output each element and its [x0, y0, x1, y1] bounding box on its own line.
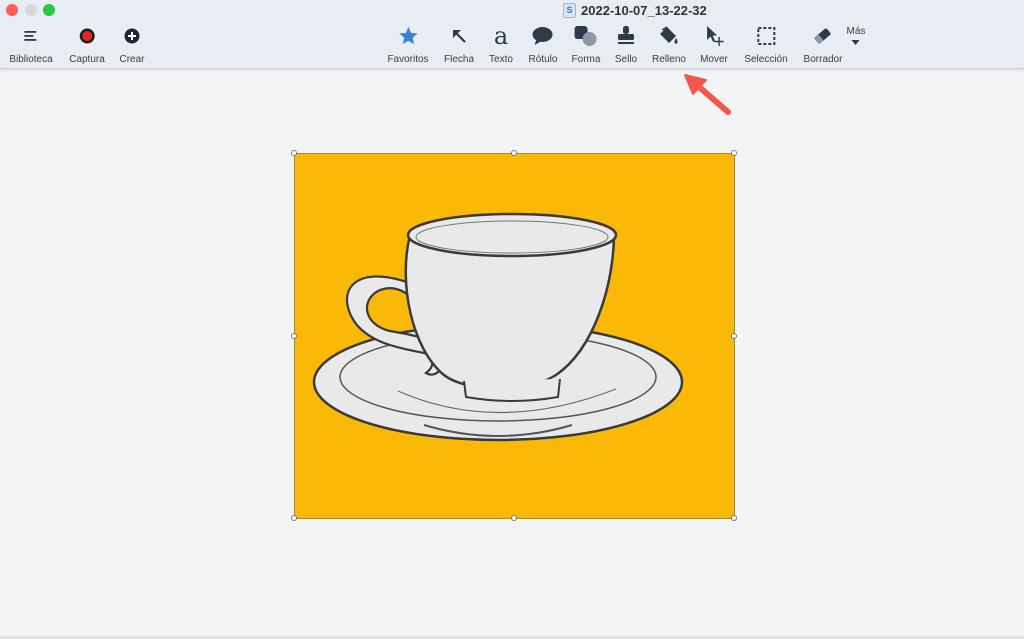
- arrow-icon: [446, 24, 472, 48]
- selection-icon: [753, 24, 779, 48]
- borrador-tool[interactable]: Borrador: [803, 24, 843, 65]
- minimize-window-button[interactable]: [25, 4, 37, 16]
- favoritos-label: Favoritos: [387, 54, 429, 65]
- chevron-down-icon: [852, 40, 860, 45]
- annotation-arrow[interactable]: [676, 70, 736, 118]
- mover-label: Mover: [700, 54, 728, 65]
- shapes-icon: [573, 24, 599, 48]
- resize-handle-bottom[interactable]: [511, 515, 517, 521]
- close-window-button[interactable]: [6, 4, 18, 16]
- seleccion-tool[interactable]: Selección: [744, 24, 788, 65]
- biblioteca-button[interactable]: Biblioteca: [9, 24, 53, 65]
- sello-tool[interactable]: Sello: [613, 24, 639, 65]
- borrador-label: Borrador: [803, 54, 843, 65]
- move-cursor-icon: [701, 24, 727, 48]
- window-title-text: 2022-10-07_13-22-32: [581, 2, 707, 18]
- texto-tool[interactable]: a Texto: [488, 24, 514, 65]
- star-icon: [395, 24, 421, 48]
- relleno-label: Relleno: [652, 54, 686, 65]
- mas-button[interactable]: Más: [846, 26, 866, 46]
- captura-label: Captura: [69, 54, 105, 65]
- resize-handle-top-left[interactable]: [291, 150, 297, 156]
- crear-button[interactable]: Crear: [119, 24, 145, 65]
- mas-label: Más: [846, 26, 866, 37]
- window-title: S 2022-10-07_13-22-32: [563, 1, 707, 19]
- relleno-tool[interactable]: Relleno: [652, 24, 686, 65]
- resize-handle-bottom-right[interactable]: [731, 515, 737, 521]
- resize-handle-top[interactable]: [511, 150, 517, 156]
- document-icon: S: [563, 2, 576, 18]
- resize-handle-left[interactable]: [291, 333, 297, 339]
- toolbar: S 2022-10-07_13-22-32 Biblioteca Captura…: [0, 0, 1024, 69]
- fill-bucket-icon: [656, 24, 682, 48]
- record-icon: [74, 24, 100, 48]
- stamp-icon: [613, 24, 639, 48]
- eraser-icon: [810, 24, 836, 48]
- resize-handle-right[interactable]: [731, 333, 737, 339]
- canvas-image[interactable]: [291, 150, 737, 521]
- maximize-window-button[interactable]: [43, 4, 55, 16]
- text-icon-glyph: a: [493, 22, 509, 50]
- rotulo-tool[interactable]: Rótulo: [528, 24, 558, 65]
- plus-circle-icon: [119, 24, 145, 48]
- resize-handle-bottom-left[interactable]: [291, 515, 297, 521]
- forma-tool[interactable]: Forma: [571, 24, 601, 65]
- seleccion-label: Selección: [744, 54, 788, 65]
- favoritos-tool[interactable]: Favoritos: [387, 24, 429, 65]
- sello-label: Sello: [614, 54, 638, 65]
- list-icon: [18, 24, 44, 48]
- text-icon: a: [488, 24, 514, 48]
- teacup-image: [312, 212, 684, 442]
- biblioteca-label: Biblioteca: [9, 54, 53, 65]
- rotulo-label: Rótulo: [528, 54, 558, 65]
- captura-button[interactable]: Captura: [69, 24, 105, 65]
- texto-label: Texto: [489, 54, 513, 65]
- forma-label: Forma: [571, 54, 601, 65]
- crear-label: Crear: [119, 54, 145, 65]
- resize-handle-top-right[interactable]: [731, 150, 737, 156]
- speech-bubble-icon: [530, 24, 556, 48]
- flecha-tool[interactable]: Flecha: [444, 24, 474, 65]
- mover-tool[interactable]: Mover: [700, 24, 728, 65]
- flecha-label: Flecha: [443, 54, 475, 65]
